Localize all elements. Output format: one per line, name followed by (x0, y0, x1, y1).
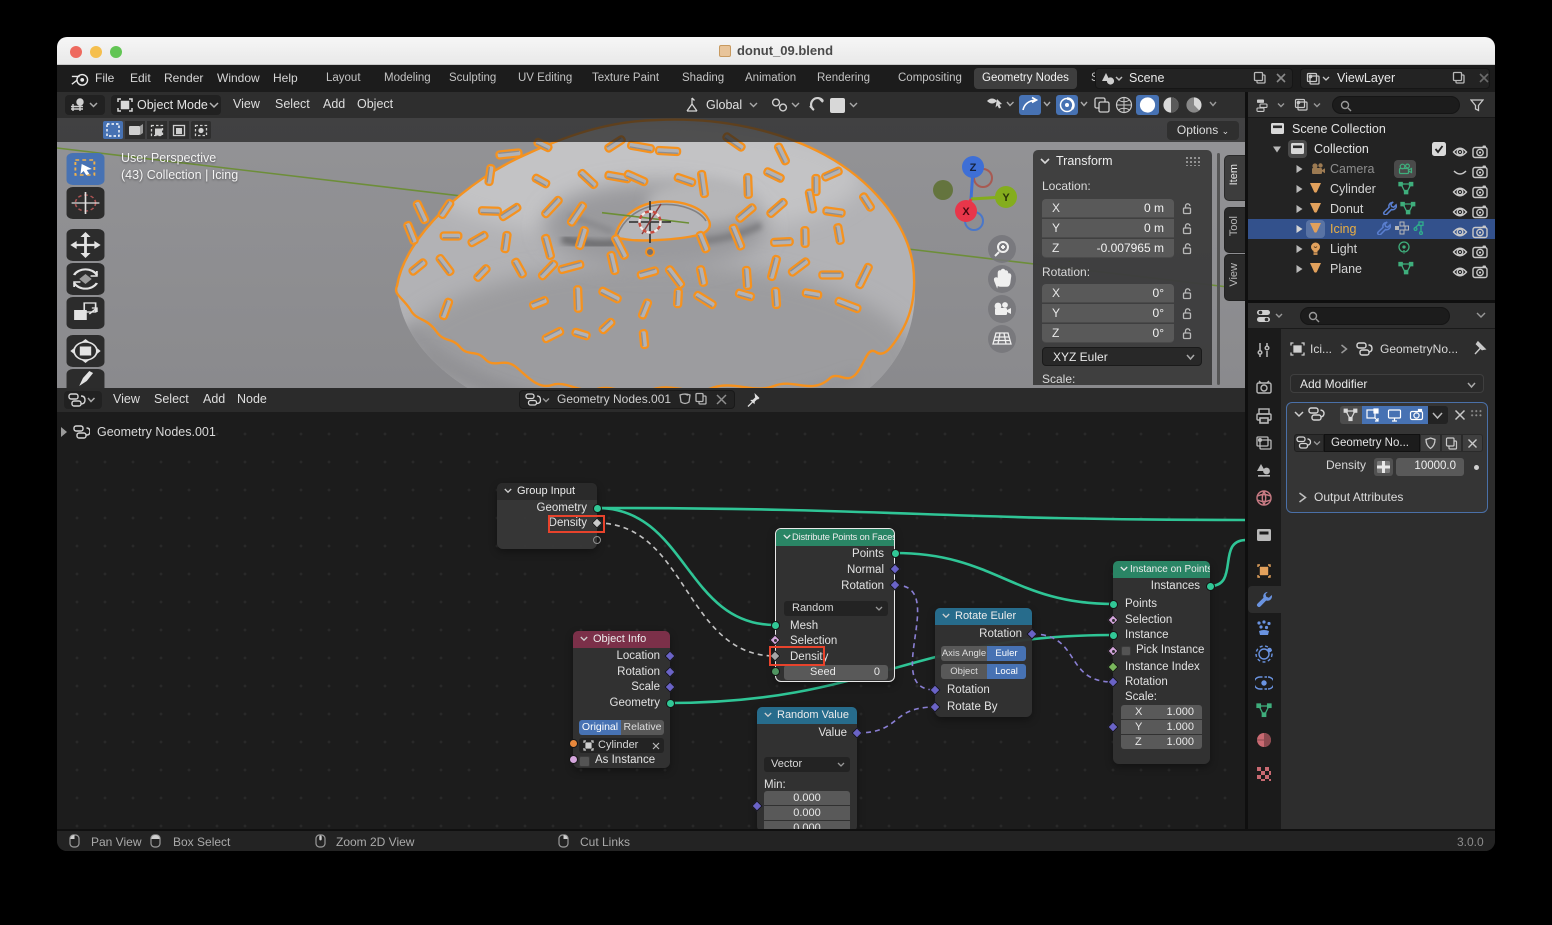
svg-text:Z: Z (970, 162, 977, 174)
svg-text:Global: Global (706, 98, 742, 112)
svg-text:Y: Y (1002, 192, 1010, 204)
svg-text:X: X (962, 206, 970, 218)
